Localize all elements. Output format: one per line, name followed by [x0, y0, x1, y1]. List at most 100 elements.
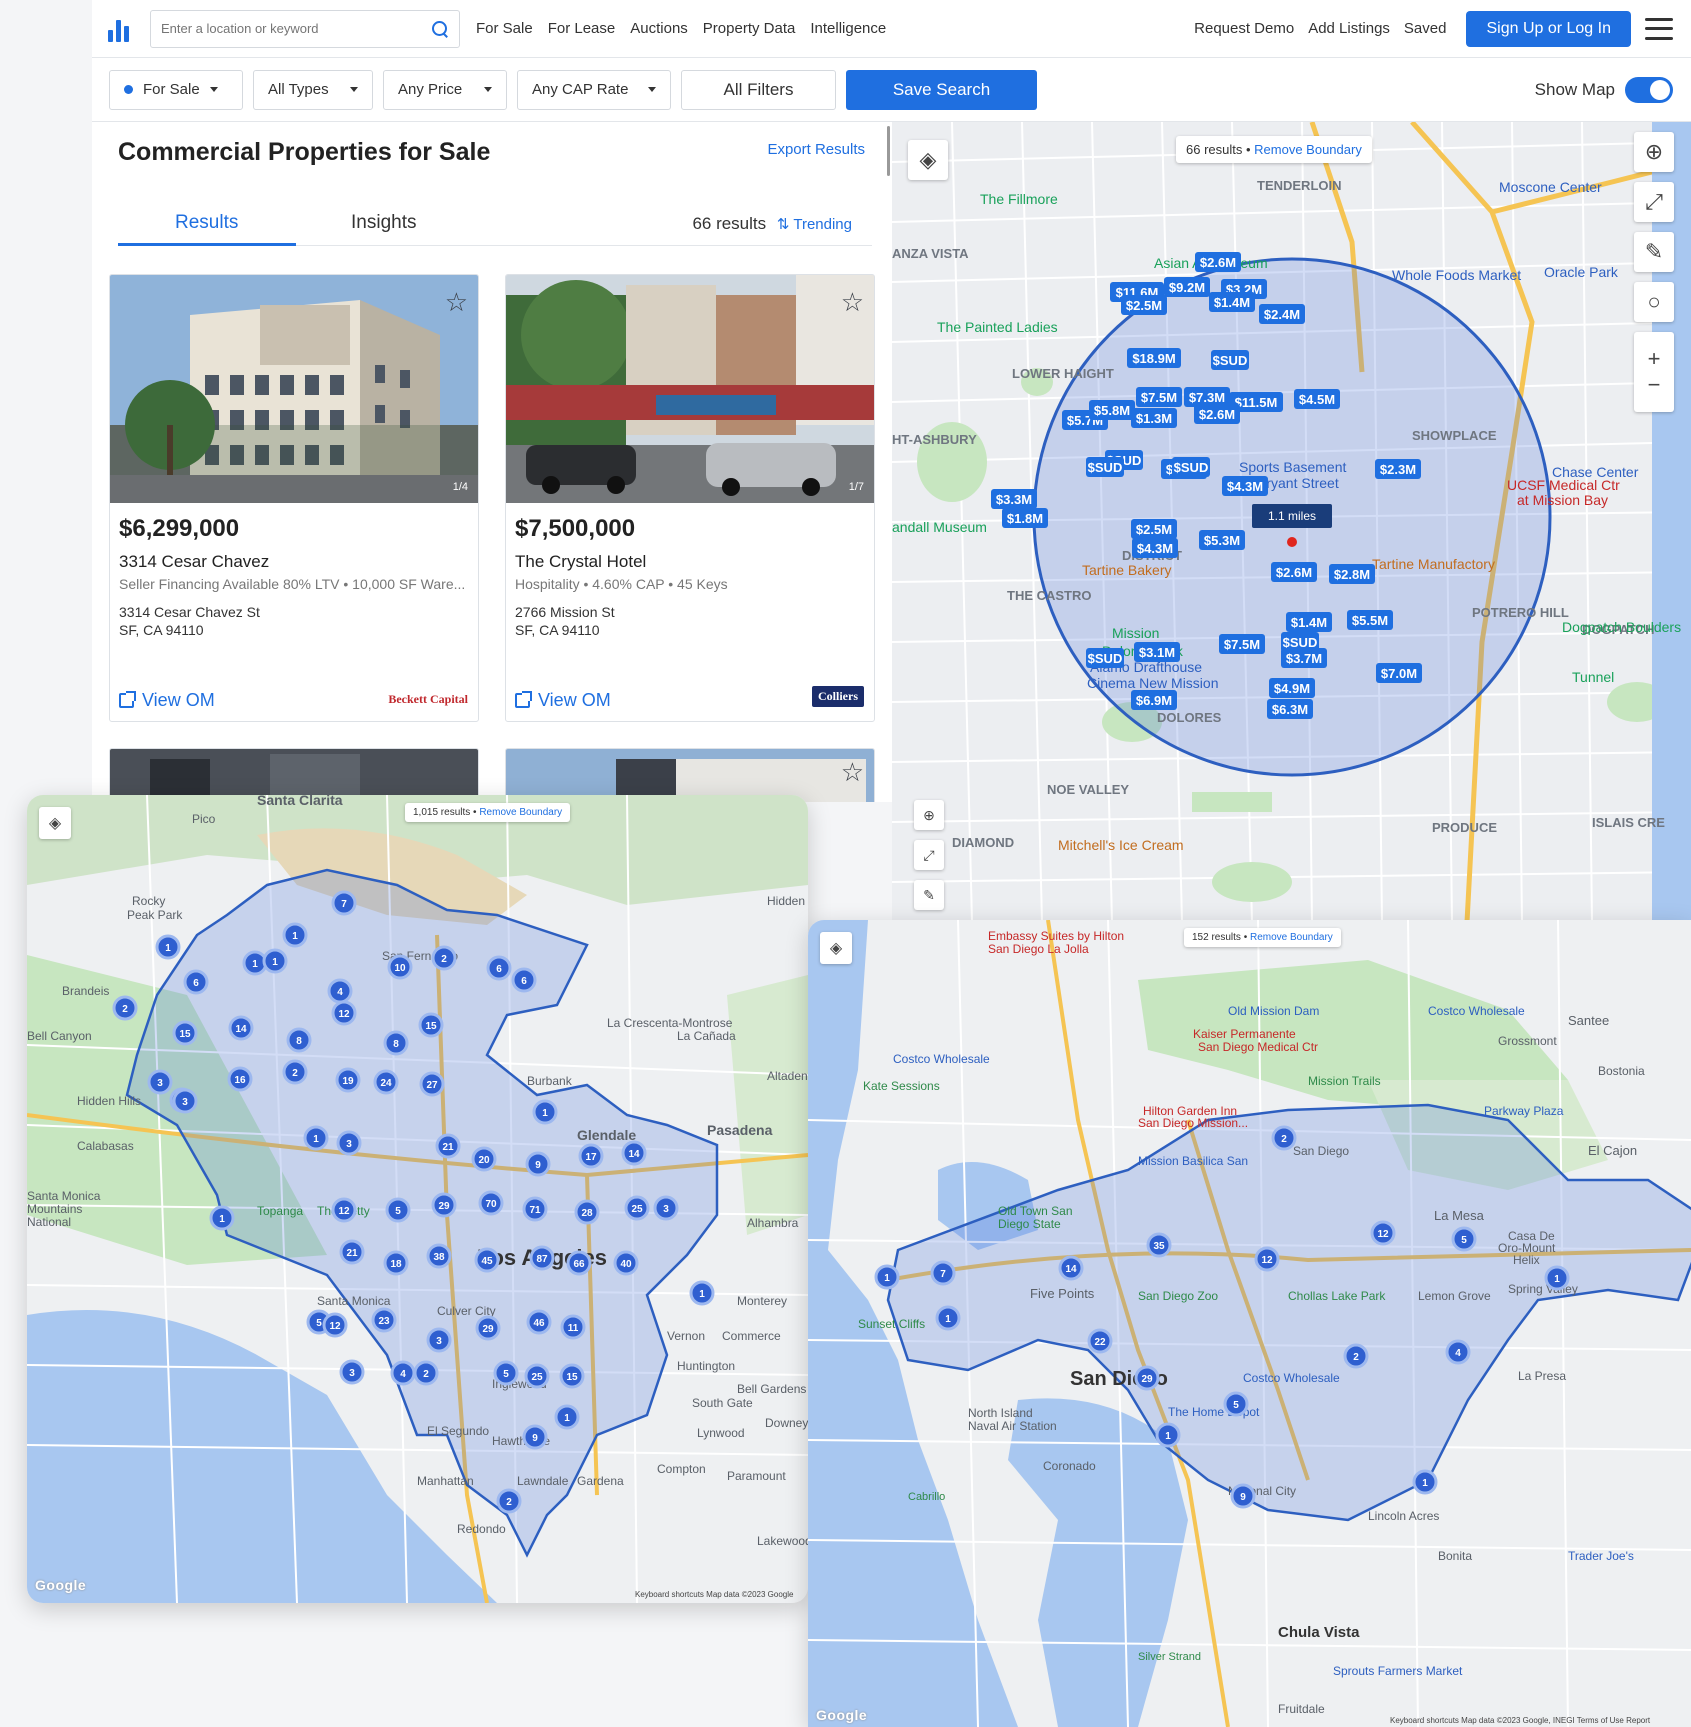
cluster-marker[interactable]: 29 [431, 1192, 457, 1218]
cluster-marker[interactable]: 1 [1155, 1422, 1181, 1448]
cluster-marker[interactable]: 2 [431, 945, 457, 971]
show-map-toggle[interactable] [1625, 76, 1673, 103]
property-type-dropdown[interactable]: All Types [253, 69, 373, 110]
listing-card[interactable]: ☆ 1/4 $6,299,000 3314 Cesar Chavez Selle… [109, 274, 479, 722]
favorite-star-icon[interactable]: ☆ [841, 757, 864, 788]
la-map-canvas[interactable]: Santa Clarita RockyPeak Park Bell Canyon… [27, 795, 808, 1603]
cluster-marker[interactable]: 2 [496, 1488, 522, 1514]
draw-pencil-icon[interactable]: ✎ [1634, 232, 1674, 272]
price-pin[interactable]: $SUD [1211, 350, 1249, 370]
cap-rate-dropdown[interactable]: Any CAP Rate [517, 69, 671, 110]
price-pin[interactable]: $3.7M [1281, 648, 1327, 668]
cluster-marker[interactable]: 3 [653, 1195, 679, 1221]
cluster-marker[interactable]: 45 [474, 1247, 500, 1273]
price-pin[interactable]: $1.4M [1209, 292, 1255, 312]
cluster-marker[interactable]: 71 [522, 1196, 548, 1222]
cluster-marker[interactable]: 21 [435, 1133, 461, 1159]
cluster-marker[interactable]: 6 [183, 969, 209, 995]
sort-trending[interactable]: ⇅ Trending [777, 216, 852, 233]
request-demo-link[interactable]: Request Demo [1194, 20, 1294, 37]
layers-icon[interactable]: ◈ [820, 932, 852, 964]
listing-card[interactable] [109, 748, 479, 802]
price-pin[interactable]: $4.9M [1269, 678, 1315, 698]
favorite-star-icon[interactable]: ☆ [841, 287, 864, 318]
price-pin[interactable]: $7.5M [1219, 634, 1265, 654]
price-pin[interactable]: $SUD [1086, 457, 1124, 477]
cluster-marker[interactable]: 24 [373, 1069, 399, 1095]
cluster-marker[interactable]: 27 [419, 1071, 445, 1097]
tab-results[interactable]: Results [175, 212, 238, 234]
save-search-button[interactable]: Save Search [846, 69, 1037, 110]
cluster-marker[interactable]: 6 [511, 967, 537, 993]
cluster-marker[interactable]: 15 [559, 1363, 585, 1389]
cluster-marker[interactable]: 5 [1451, 1226, 1477, 1252]
sf-map-canvas[interactable]: TENDERLOIN LOWER HAIGHT HT-ASHBURY SHOWP… [892, 122, 1691, 922]
cluster-marker[interactable]: 5 [493, 1360, 519, 1386]
price-pin[interactable]: $9.2M [1164, 277, 1210, 297]
cluster-marker[interactable]: 15 [418, 1012, 444, 1038]
cluster-marker[interactable]: 28 [574, 1199, 600, 1225]
remove-boundary-link[interactable]: Remove Boundary [1254, 142, 1362, 157]
cluster-marker[interactable]: 1 [554, 1404, 580, 1430]
cluster-marker[interactable]: 2 [1343, 1343, 1369, 1369]
remove-boundary-link[interactable]: Remove Boundary [1250, 932, 1333, 943]
cluster-marker[interactable]: 23 [371, 1307, 397, 1333]
logo-icon[interactable] [108, 16, 134, 42]
listing-card[interactable]: ☆ [505, 748, 875, 802]
cluster-marker[interactable]: 14 [621, 1140, 647, 1166]
price-pin[interactable]: $7.5M [1136, 387, 1182, 407]
search-box[interactable] [150, 9, 460, 48]
cluster-marker[interactable]: 1 [874, 1264, 900, 1290]
price-pin[interactable]: $1.3M [1131, 408, 1177, 428]
sf-map[interactable]: TENDERLOIN LOWER HAIGHT HT-ASHBURY SHOWP… [892, 122, 1691, 922]
cluster-marker[interactable]: 10 [387, 954, 413, 980]
cluster-marker[interactable]: 7 [331, 890, 357, 916]
cluster-marker[interactable]: 4 [1445, 1339, 1471, 1365]
sd-map[interactable]: Embassy Suites by Hilton San Diego La Jo… [808, 920, 1691, 1727]
view-om-link[interactable]: View OM [515, 690, 611, 711]
cluster-marker[interactable]: 12 [1370, 1220, 1396, 1246]
cluster-marker[interactable]: 1 [689, 1280, 715, 1306]
price-pin[interactable]: $18.9M [1127, 348, 1181, 368]
search-icon[interactable] [431, 20, 449, 38]
cluster-marker[interactable]: 5 [1223, 1391, 1249, 1417]
price-pin[interactable]: $2.8M [1329, 564, 1375, 584]
price-dropdown[interactable]: Any Price [383, 69, 507, 110]
cluster-marker[interactable]: 19 [335, 1067, 361, 1093]
zoom-in-icon[interactable]: + [1648, 346, 1661, 372]
cluster-marker[interactable]: 2 [1271, 1125, 1297, 1151]
view-om-link[interactable]: View OM [119, 690, 215, 711]
price-pin[interactable]: $5.3M [1199, 530, 1245, 550]
tab-insights[interactable]: Insights [351, 212, 416, 234]
price-pin[interactable]: $4.5M [1294, 389, 1340, 409]
layers-icon[interactable]: ◈ [908, 140, 948, 180]
cluster-marker[interactable]: 20 [471, 1146, 497, 1172]
price-pin[interactable]: $2.5M [1121, 295, 1167, 315]
price-pin[interactable]: $2.3M [1375, 459, 1421, 479]
cluster-marker[interactable]: 29 [1134, 1365, 1160, 1391]
cluster-marker[interactable]: 3 [339, 1359, 365, 1385]
cluster-marker[interactable]: 12 [331, 1000, 357, 1026]
cluster-marker[interactable]: 1 [532, 1099, 558, 1125]
cluster-marker[interactable]: 3 [147, 1069, 173, 1095]
price-pin[interactable]: $3.3M [991, 489, 1037, 509]
cluster-marker[interactable]: 18 [383, 1250, 409, 1276]
cluster-marker[interactable]: 3 [336, 1130, 362, 1156]
signup-button[interactable]: Sign Up or Log In [1466, 10, 1631, 47]
cluster-marker[interactable]: 15 [172, 1020, 198, 1046]
add-listings-link[interactable]: Add Listings [1308, 20, 1390, 37]
nav-intelligence[interactable]: Intelligence [810, 20, 886, 37]
price-pin[interactable]: $2.4M [1259, 304, 1305, 324]
price-pin[interactable]: $SUD [1172, 457, 1210, 477]
cluster-marker[interactable]: 46 [526, 1309, 552, 1335]
cluster-marker[interactable]: 12 [1254, 1246, 1280, 1272]
price-pin[interactable]: $2.6M [1271, 562, 1317, 582]
la-map[interactable]: Santa Clarita Rocky Peak Park Bell Canyon… [27, 795, 808, 1603]
cluster-marker[interactable]: 2 [112, 995, 138, 1021]
fullscreen-icon[interactable]: ⤢ [914, 840, 944, 870]
price-pin[interactable]: $7.0M [1376, 663, 1422, 683]
cluster-marker[interactable]: 7 [930, 1260, 956, 1286]
zoom-out-icon[interactable]: − [1648, 372, 1661, 398]
property-photo[interactable]: ☆ 1/7 [506, 275, 874, 503]
price-pin[interactable]: $5.5M [1347, 610, 1393, 630]
